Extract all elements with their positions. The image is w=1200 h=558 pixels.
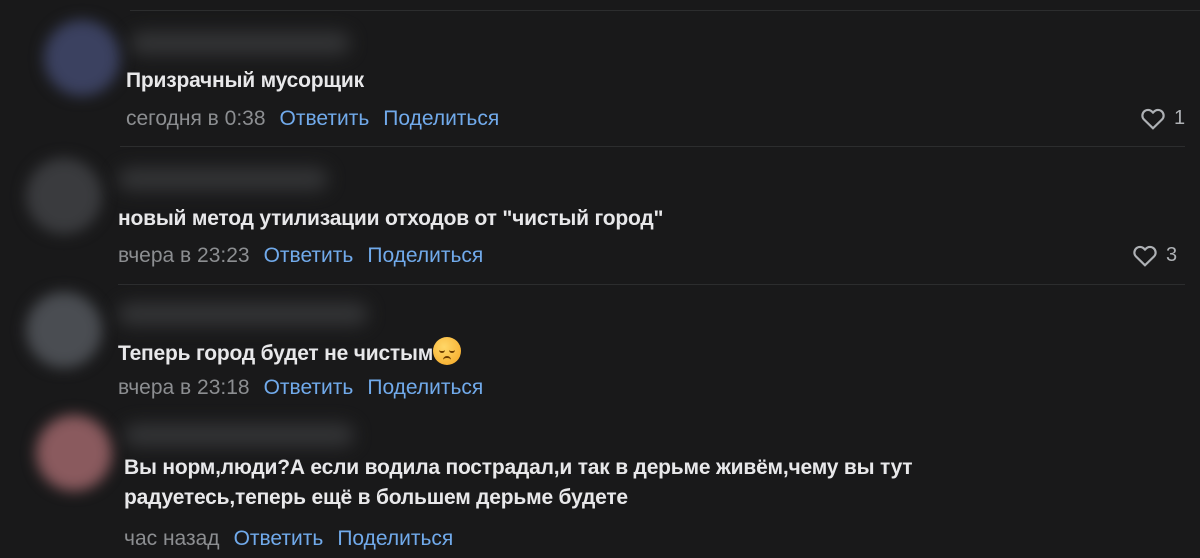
comment-text-content: Теперь город будет не чистым bbox=[118, 342, 434, 365]
like-button[interactable]: 1 bbox=[1140, 106, 1185, 130]
reply-link[interactable]: Ответить bbox=[264, 244, 354, 267]
author-name[interactable] bbox=[118, 303, 368, 325]
comment-time: сегодня в 0:38 bbox=[126, 107, 266, 130]
like-count: 3 bbox=[1166, 243, 1178, 266]
comment-meta: сегодня в 0:38 Ответить Поделиться bbox=[126, 106, 499, 132]
reply-link[interactable]: Ответить bbox=[264, 376, 354, 399]
reply-link[interactable]: Ответить bbox=[280, 107, 370, 130]
comment-time: вчера в 23:23 bbox=[118, 244, 250, 267]
comment-meta: вчера в 23:23 Ответить Поделиться bbox=[118, 243, 483, 269]
heart-icon bbox=[1133, 245, 1157, 267]
avatar[interactable] bbox=[36, 415, 112, 491]
author-name[interactable] bbox=[130, 32, 350, 54]
comment-text: Вы норм,люди?А если водила пострадал,и т… bbox=[124, 456, 913, 509]
heart-icon bbox=[1141, 108, 1165, 130]
comment-time: час назад bbox=[124, 527, 220, 550]
author-name[interactable] bbox=[118, 168, 328, 190]
share-link[interactable]: Поделиться bbox=[367, 244, 483, 267]
comment-meta: час назад Ответить Поделиться bbox=[124, 526, 453, 552]
share-link[interactable]: Поделиться bbox=[383, 107, 499, 130]
comment-divider bbox=[120, 146, 1185, 147]
comment-text: Призрачный мусорщик bbox=[126, 69, 364, 92]
comment-divider bbox=[118, 284, 1185, 285]
author-name[interactable] bbox=[124, 424, 354, 446]
avatar[interactable] bbox=[26, 158, 102, 234]
comment-text: Теперь город будет не чистым bbox=[118, 337, 462, 369]
share-link[interactable]: Поделиться bbox=[337, 527, 453, 550]
comment-meta: вчера в 23:18 Ответить Поделиться bbox=[118, 375, 483, 401]
avatar[interactable] bbox=[44, 20, 120, 96]
avatar[interactable] bbox=[26, 292, 102, 368]
like-count: 1 bbox=[1174, 106, 1186, 129]
comment-time: вчера в 23:18 bbox=[118, 376, 250, 399]
comment-text: новый метод утилизации отходов от "чисты… bbox=[118, 207, 664, 230]
like-button[interactable]: 3 bbox=[1132, 243, 1177, 267]
reply-link[interactable]: Ответить bbox=[234, 527, 324, 550]
top-divider bbox=[130, 10, 1200, 11]
share-link[interactable]: Поделиться bbox=[367, 376, 483, 399]
pensive-face-icon bbox=[433, 337, 462, 365]
